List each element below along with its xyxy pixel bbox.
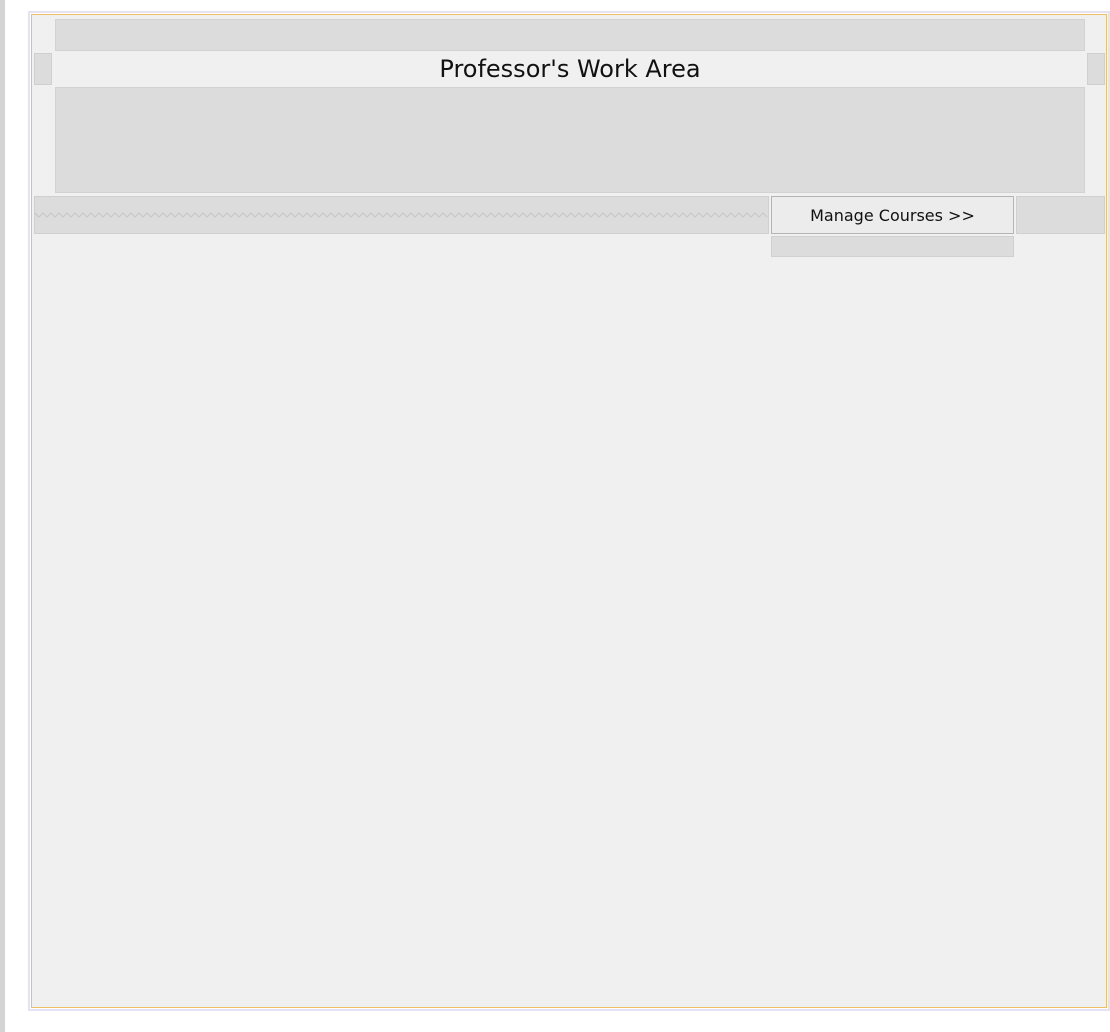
zigzag-pattern	[35, 212, 768, 218]
left-divider	[0, 0, 5, 1032]
decorative-zigzag-bar	[34, 196, 769, 234]
header-content-placeholder	[55, 87, 1085, 193]
page-title: Professor's Work Area	[439, 55, 701, 83]
right-placeholder-bar	[1016, 196, 1105, 234]
top-placeholder-strip	[55, 19, 1085, 51]
professor-work-area-panel: Professor's Work Area Manage Courses >>	[31, 14, 1107, 1008]
left-side-block	[34, 53, 52, 85]
manage-courses-button[interactable]: Manage Courses >>	[771, 196, 1014, 234]
right-side-block	[1087, 53, 1105, 85]
button-sub-strip	[771, 236, 1014, 257]
